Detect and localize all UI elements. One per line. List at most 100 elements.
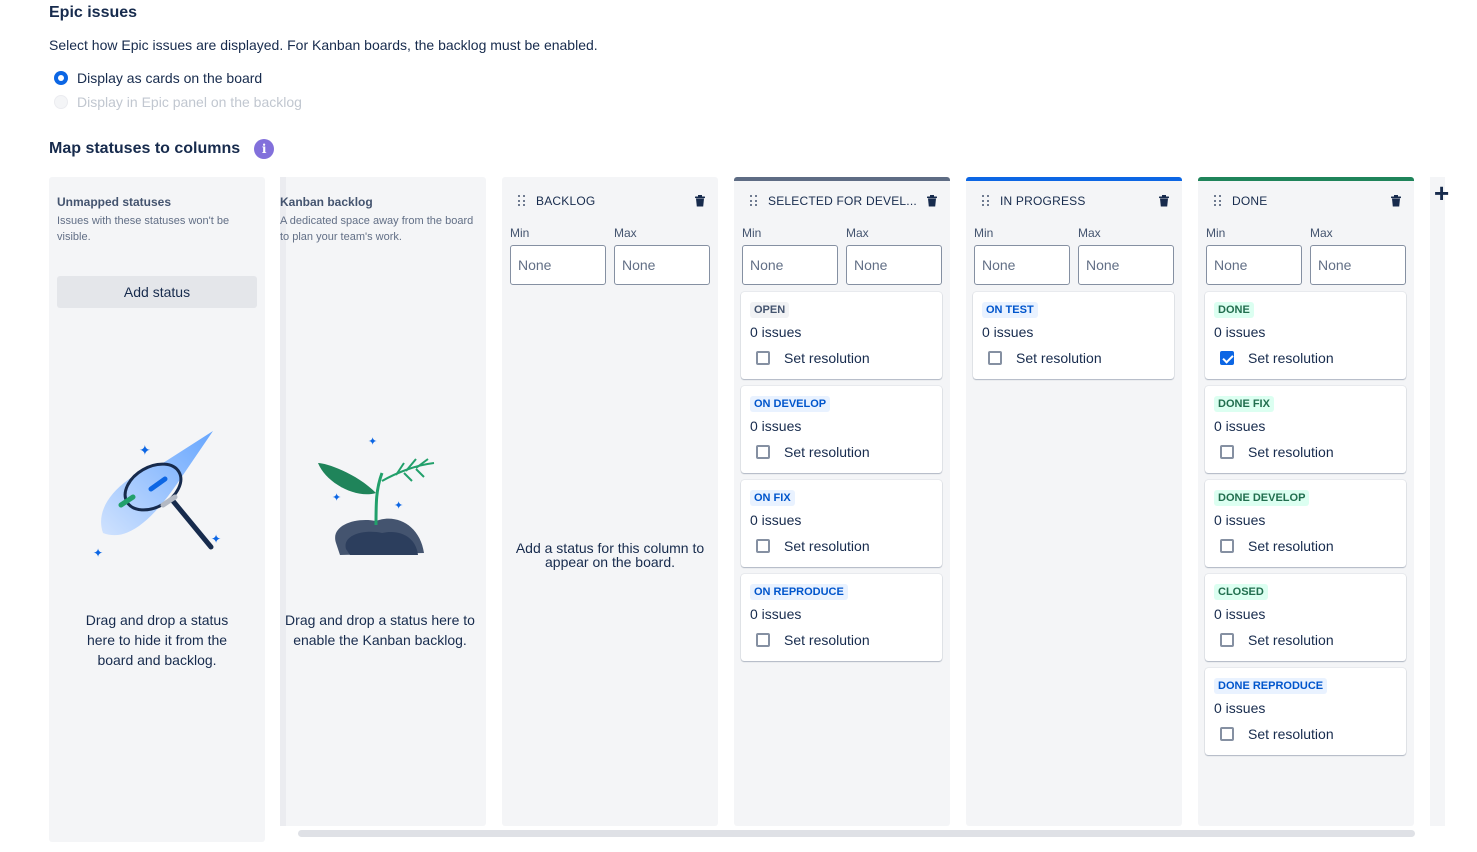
checkbox-icon[interactable] (1220, 633, 1234, 647)
checkbox-icon[interactable] (756, 351, 770, 365)
status-lozenge: DONE FIX (1214, 396, 1274, 412)
trash-icon[interactable] (926, 195, 938, 207)
set-resolution-checkbox[interactable]: Set resolution (1220, 350, 1334, 366)
status-card-on-fix[interactable]: ON FIX 0 issues Set resolution (741, 480, 942, 567)
set-resolution-label: Set resolution (1248, 444, 1334, 460)
map-statuses-title-text: Map statuses to columns (49, 140, 241, 157)
column-in-progress[interactable]: IN PROGRESS Min Max ON TEST 0 issues Set… (966, 177, 1182, 826)
max-input[interactable] (1310, 245, 1406, 285)
set-resolution-label: Set resolution (1248, 538, 1334, 554)
svg-text:✦: ✦ (93, 546, 103, 559)
status-card-open[interactable]: OPEN 0 issues Set resolution (741, 292, 942, 379)
add-column-plus-icon[interactable]: + (1434, 180, 1449, 206)
radio-display-cards-label: Display as cards on the board (77, 70, 263, 86)
column-header[interactable]: BACKLOG (518, 194, 706, 208)
checkbox-icon[interactable] (1220, 539, 1234, 553)
status-card-on-develop[interactable]: ON DEVELOP 0 issues Set resolution (741, 386, 942, 473)
status-card-on-test[interactable]: ON TEST 0 issues Set resolution (973, 292, 1174, 379)
checkbox-icon[interactable] (756, 633, 770, 647)
set-resolution-checkbox[interactable]: Set resolution (1220, 726, 1334, 742)
set-resolution-checkbox[interactable]: Set resolution (756, 538, 870, 554)
kanban-backlog-column: Kanban backlog A dedicated space away fr… (280, 177, 486, 826)
column-header[interactable]: IN PROGRESS (982, 194, 1170, 208)
unmapped-statuses-title: Unmapped statuses (57, 195, 172, 209)
min-input[interactable] (974, 245, 1070, 285)
drag-handle-icon[interactable] (750, 195, 758, 207)
max-input[interactable] (846, 245, 942, 285)
set-resolution-checkbox[interactable]: Set resolution (756, 350, 870, 366)
add-status-button[interactable]: Add status (57, 276, 257, 308)
status-card-done-fix[interactable]: DONE FIX 0 issues Set resolution (1205, 386, 1406, 473)
set-resolution-checkbox[interactable]: Set resolution (988, 350, 1102, 366)
column-header[interactable]: DONE (1214, 194, 1402, 208)
svg-text:✦: ✦ (139, 443, 151, 459)
status-lozenge: DONE REPRODUCE (1214, 678, 1328, 694)
radio-selected-icon[interactable] (54, 71, 68, 85)
column-backlog[interactable]: BACKLOG Min Max Add a status for this co… (502, 177, 718, 826)
drag-handle-icon[interactable] (1214, 195, 1222, 207)
issue-count: 0 issues (1214, 324, 1266, 340)
svg-text:✦: ✦ (332, 491, 341, 504)
status-lozenge: ON TEST (982, 302, 1038, 318)
min-input[interactable] (1206, 245, 1302, 285)
kanban-backlog-title: Kanban backlog (280, 195, 373, 209)
issue-count: 0 issues (982, 324, 1034, 340)
unmapped-drop-text: Drag and drop a status here to hide it f… (85, 612, 229, 668)
epic-issues-title: Epic issues (49, 4, 138, 21)
max-label: Max (1310, 226, 1333, 240)
column-selected-for-development[interactable]: SELECTED FOR DEVEL... Min Max OPEN 0 iss… (734, 177, 950, 826)
max-input[interactable] (1078, 245, 1174, 285)
min-input[interactable] (510, 245, 606, 285)
unmapped-statuses-column: Unmapped statuses Issues with these stat… (49, 177, 265, 842)
max-input[interactable] (614, 245, 710, 285)
svg-text:✦: ✦ (211, 532, 221, 546)
issue-count: 0 issues (1214, 606, 1266, 622)
set-resolution-label: Set resolution (1016, 350, 1102, 366)
min-label: Min (742, 226, 762, 240)
drag-handle-icon[interactable] (982, 195, 990, 207)
status-card-done[interactable]: DONE 0 issues Set resolution (1205, 292, 1406, 379)
checkbox-icon[interactable] (988, 351, 1002, 365)
minmax-labels: Min Max (1206, 226, 1406, 240)
drag-handle-icon[interactable] (518, 195, 526, 207)
set-resolution-checkbox[interactable]: Set resolution (756, 632, 870, 648)
radio-display-epic-panel: Display in Epic panel on the backlog (54, 94, 302, 110)
set-resolution-label: Set resolution (784, 444, 870, 460)
status-card-done-develop[interactable]: DONE DEVELOP 0 issues Set resolution (1205, 480, 1406, 567)
svg-text:✦: ✦ (394, 499, 403, 512)
checkbox-icon[interactable] (756, 445, 770, 459)
set-resolution-checkbox[interactable]: Set resolution (1220, 632, 1334, 648)
issue-count: 0 issues (1214, 700, 1266, 716)
set-resolution-label: Set resolution (784, 350, 870, 366)
set-resolution-label: Set resolution (1248, 726, 1334, 742)
status-card-on-reproduce[interactable]: ON REPRODUCE 0 issues Set resolution (741, 574, 942, 661)
issue-count: 0 issues (750, 418, 802, 434)
checkbox-icon[interactable] (1220, 445, 1234, 459)
status-lozenge: OPEN (750, 302, 790, 318)
checkbox-icon[interactable] (756, 539, 770, 553)
trash-icon[interactable] (1158, 195, 1170, 207)
radio-display-cards[interactable]: Display as cards on the board (54, 70, 262, 86)
checkbox-icon[interactable] (1220, 727, 1234, 741)
column-header[interactable]: SELECTED FOR DEVEL... (750, 194, 938, 208)
radio-display-epic-panel-label: Display in Epic panel on the backlog (77, 94, 302, 110)
min-label: Min (510, 226, 530, 240)
set-resolution-checkbox[interactable]: Set resolution (1220, 538, 1334, 554)
checkbox-checked-icon[interactable] (1220, 351, 1234, 365)
column-done[interactable]: DONE Min Max DONE 0 issues Set resolutio… (1198, 177, 1414, 826)
trash-icon[interactable] (1390, 195, 1402, 207)
min-input[interactable] (742, 245, 838, 285)
add-column-area[interactable] (1430, 177, 1445, 826)
set-resolution-checkbox[interactable]: Set resolution (756, 444, 870, 460)
set-resolution-checkbox[interactable]: Set resolution (1220, 444, 1334, 460)
info-icon[interactable]: i (254, 139, 275, 159)
trash-icon[interactable] (694, 195, 706, 207)
map-statuses-title: Map statuses to columns i (49, 139, 275, 159)
issue-count: 0 issues (1214, 418, 1266, 434)
status-card-done-reproduce[interactable]: DONE REPRODUCE 0 issues Set resolution (1205, 668, 1406, 755)
horizontal-scrollbar[interactable] (298, 830, 1415, 837)
status-lozenge: DONE (1214, 302, 1254, 318)
status-card-closed[interactable]: CLOSED 0 issues Set resolution (1205, 574, 1406, 661)
column-name: SELECTED FOR DEVEL... (768, 194, 917, 208)
max-label: Max (614, 226, 637, 240)
